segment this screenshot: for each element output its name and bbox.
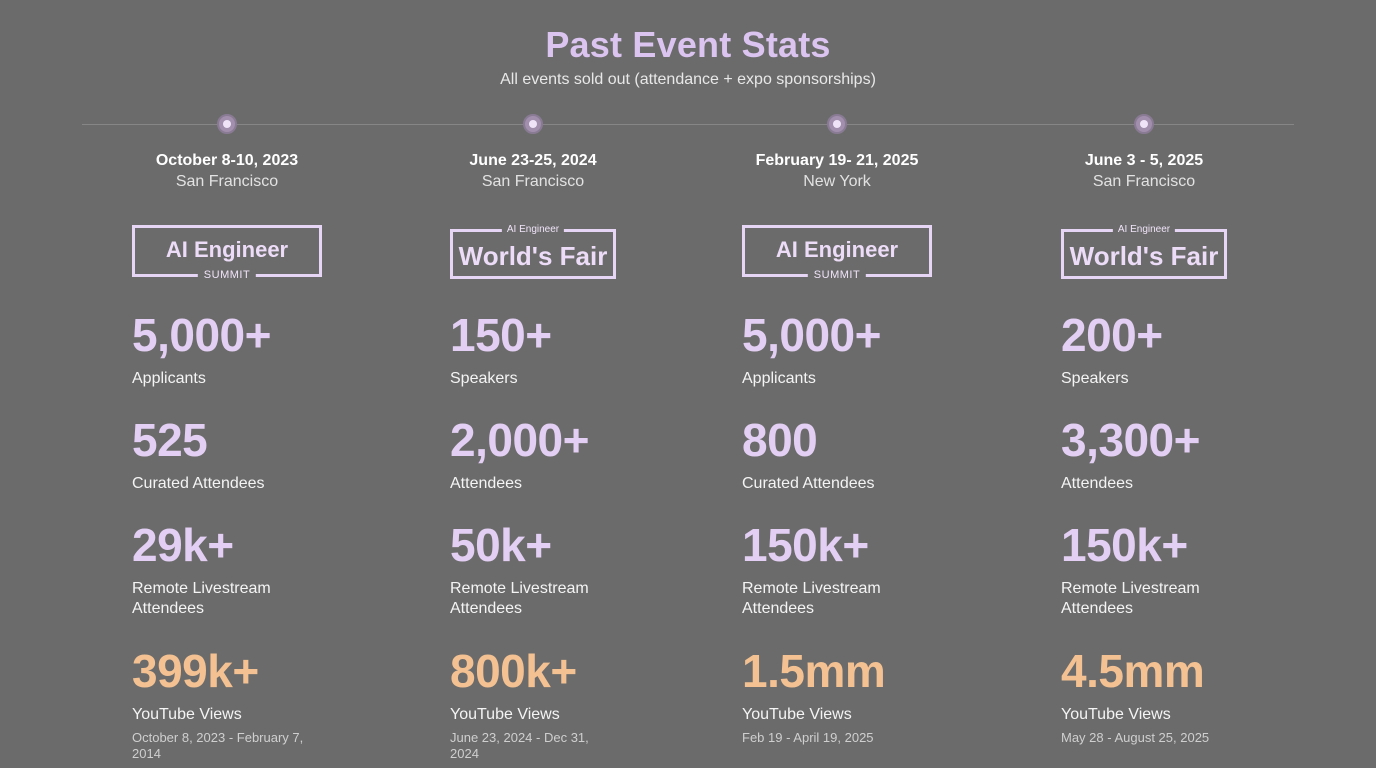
event-date: October 8-10, 2023 [155, 152, 299, 169]
stat-label: Speakers [1061, 370, 1129, 387]
stat-value: 5,000+ [132, 309, 271, 361]
page-header: Past Event Stats All events sold out (at… [0, 24, 1376, 90]
stat-label: Speakers [450, 370, 518, 387]
logo-top-text: AI Engineer [1112, 224, 1176, 236]
stat-block: 150k+ Remote Livestream Attendees [742, 520, 1042, 619]
event-date-block: June 23-25, 2024 San Francisco [403, 150, 663, 192]
stat-label: Applicants [132, 370, 206, 387]
stat-block: 800 Curated Attendees [742, 415, 1042, 494]
stat-block: 200+ Speakers [1061, 310, 1361, 389]
stat-value: 29k+ [132, 519, 234, 571]
stat-label: Applicants [742, 370, 816, 387]
page-title: Past Event Stats [545, 24, 831, 65]
stat-label: Remote Livestream Attendees [132, 580, 271, 617]
event-city: San Francisco [481, 173, 585, 190]
stat-block: 1.5mm YouTube Views Feb 19 - April 19, 2… [742, 646, 1042, 746]
stat-label: Curated Attendees [132, 475, 265, 492]
stat-value: 525 [132, 414, 208, 466]
stat-label: Attendees [450, 475, 523, 492]
youtube-views-value: 1.5mm [742, 645, 886, 697]
stat-label: YouTube Views [450, 706, 560, 723]
stat-block: 2,000+ Attendees [450, 415, 750, 494]
logo-main-text: AI Engineer [165, 237, 289, 262]
stat-value: 150+ [450, 309, 552, 361]
stat-value: 800 [742, 414, 818, 466]
event-date-block: October 8-10, 2023 San Francisco [97, 150, 357, 192]
event-date-block: June 3 - 5, 2025 San Francisco [1014, 150, 1274, 192]
event-city: New York [803, 173, 871, 190]
ai-engineer-worlds-fair-logo: AI Engineer World's Fair [1061, 224, 1227, 279]
page-subtitle: All events sold out (attendance + expo s… [500, 71, 876, 88]
event-date: June 3 - 5, 2025 [1084, 152, 1204, 169]
stat-block: 800k+ YouTube Views June 23, 2024 - Dec … [450, 646, 750, 762]
stat-block: 150+ Speakers [450, 310, 750, 389]
ai-engineer-worlds-fair-logo: AI Engineer World's Fair [450, 224, 616, 279]
stat-label: Curated Attendees [742, 475, 875, 492]
stat-value: 150k+ [1061, 519, 1188, 571]
date-range: October 8, 2023 - February 7, 2014 [132, 730, 304, 761]
stat-block: 525 Curated Attendees [132, 415, 432, 494]
stat-block: 150k+ Remote Livestream Attendees [1061, 520, 1361, 619]
stat-label: YouTube Views [132, 706, 242, 723]
timeline-dot [827, 114, 847, 134]
stat-value: 50k+ [450, 519, 552, 571]
logo-main-text: World's Fair [1069, 241, 1219, 271]
timeline-dot [1134, 114, 1154, 134]
stat-label: YouTube Views [742, 706, 852, 723]
stat-label: Remote Livestream Attendees [1061, 580, 1200, 617]
stat-value: 200+ [1061, 309, 1163, 361]
stat-block: 399k+ YouTube Views October 8, 2023 - Fe… [132, 646, 432, 762]
logo-main-text: World's Fair [458, 241, 608, 271]
stat-value: 2,000+ [450, 414, 589, 466]
event-city: San Francisco [1092, 173, 1196, 190]
event-city: San Francisco [175, 173, 279, 190]
youtube-views-value: 800k+ [450, 645, 577, 697]
logo-sub-text: SUMMIT [197, 269, 257, 282]
ai-engineer-summit-logo: AI Engineer SUMMIT [742, 225, 932, 282]
logo-main-text: AI Engineer [775, 237, 899, 262]
logo-sub-text: SUMMIT [807, 269, 867, 282]
stat-value: 5,000+ [742, 309, 881, 361]
stat-block: 5,000+ Applicants [132, 310, 432, 389]
stat-label: Remote Livestream Attendees [742, 580, 881, 617]
youtube-views-value: 399k+ [132, 645, 259, 697]
youtube-views-value: 4.5mm [1061, 645, 1205, 697]
stat-block: 29k+ Remote Livestream Attendees [132, 520, 432, 619]
date-range: June 23, 2024 - Dec 31, 2024 [450, 730, 589, 761]
stat-block: 50k+ Remote Livestream Attendees [450, 520, 750, 619]
ai-engineer-summit-logo: AI Engineer SUMMIT [132, 225, 322, 282]
timeline-dot [217, 114, 237, 134]
stat-block: 4.5mm YouTube Views May 28 - August 25, … [1061, 646, 1361, 746]
date-range: May 28 - August 25, 2025 [1061, 730, 1210, 745]
timeline-line [82, 124, 1294, 125]
logo-top-text: AI Engineer [501, 224, 565, 236]
date-range: Feb 19 - April 19, 2025 [742, 730, 874, 745]
stat-block: 5,000+ Applicants [742, 310, 1042, 389]
event-date: February 19- 21, 2025 [755, 152, 919, 169]
stat-value: 150k+ [742, 519, 869, 571]
stat-label: Attendees [1061, 475, 1134, 492]
event-date: June 23-25, 2024 [469, 152, 597, 169]
stat-label: Remote Livestream Attendees [450, 580, 589, 617]
stat-value: 3,300+ [1061, 414, 1200, 466]
event-date-block: February 19- 21, 2025 New York [707, 150, 967, 192]
stat-block: 3,300+ Attendees [1061, 415, 1361, 494]
stat-label: YouTube Views [1061, 706, 1171, 723]
timeline-dot [523, 114, 543, 134]
